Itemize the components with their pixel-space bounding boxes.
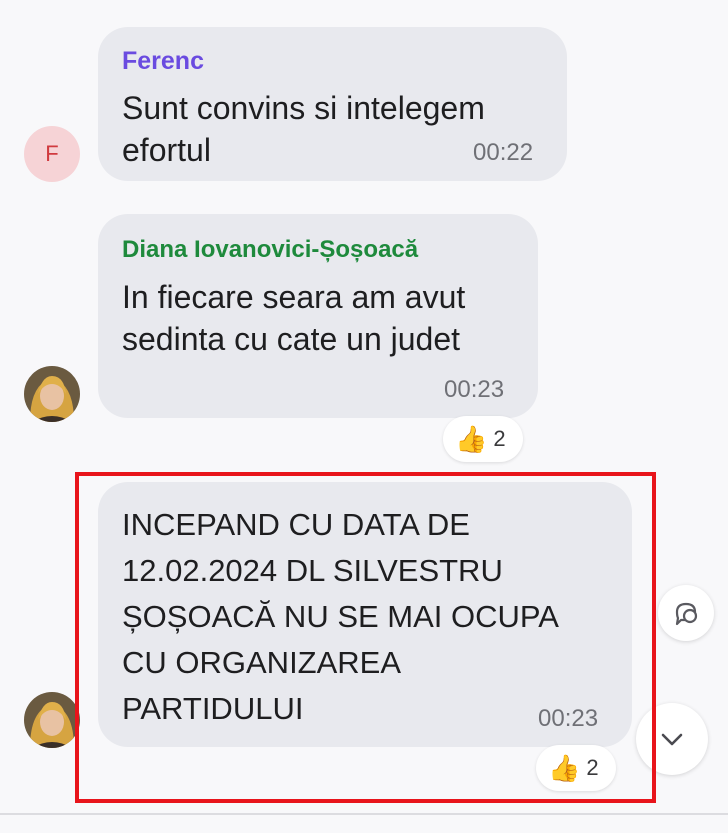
avatar[interactable]: [24, 366, 80, 422]
profile-photo: [24, 366, 80, 422]
avatar[interactable]: [24, 692, 80, 748]
thumbs-up-icon: 👍: [455, 423, 488, 454]
message-time: 00:23: [444, 376, 505, 403]
divider: [0, 813, 728, 815]
sender-name: Diana Iovanovici-Șoșoacă: [122, 236, 419, 263]
reply-button[interactable]: [658, 585, 714, 641]
reaction-count: 2: [493, 426, 506, 451]
reply-bubble-icon: [675, 602, 698, 626]
message-bubble-ferenc[interactable]: Ferenc Sunt convins si intelegem efortul…: [98, 27, 567, 181]
highlight-frame: [75, 472, 656, 803]
avatar-letter: F: [45, 141, 59, 166]
message-bubble-diana[interactable]: Diana Iovanovici-Șoșoacă In fiecare sear…: [98, 214, 538, 418]
chevron-down-icon: [661, 733, 683, 746]
profile-photo: [24, 692, 80, 748]
reaction-badge[interactable]: 👍 2: [443, 416, 523, 462]
message-time: 00:22: [473, 139, 534, 166]
avatar[interactable]: F: [24, 126, 80, 182]
sender-name: Ferenc: [122, 47, 204, 75]
message-text: In fiecare seara am avut sedinta cu cate…: [122, 279, 466, 357]
message-text: Sunt convins si intelegem efortul: [122, 90, 485, 168]
